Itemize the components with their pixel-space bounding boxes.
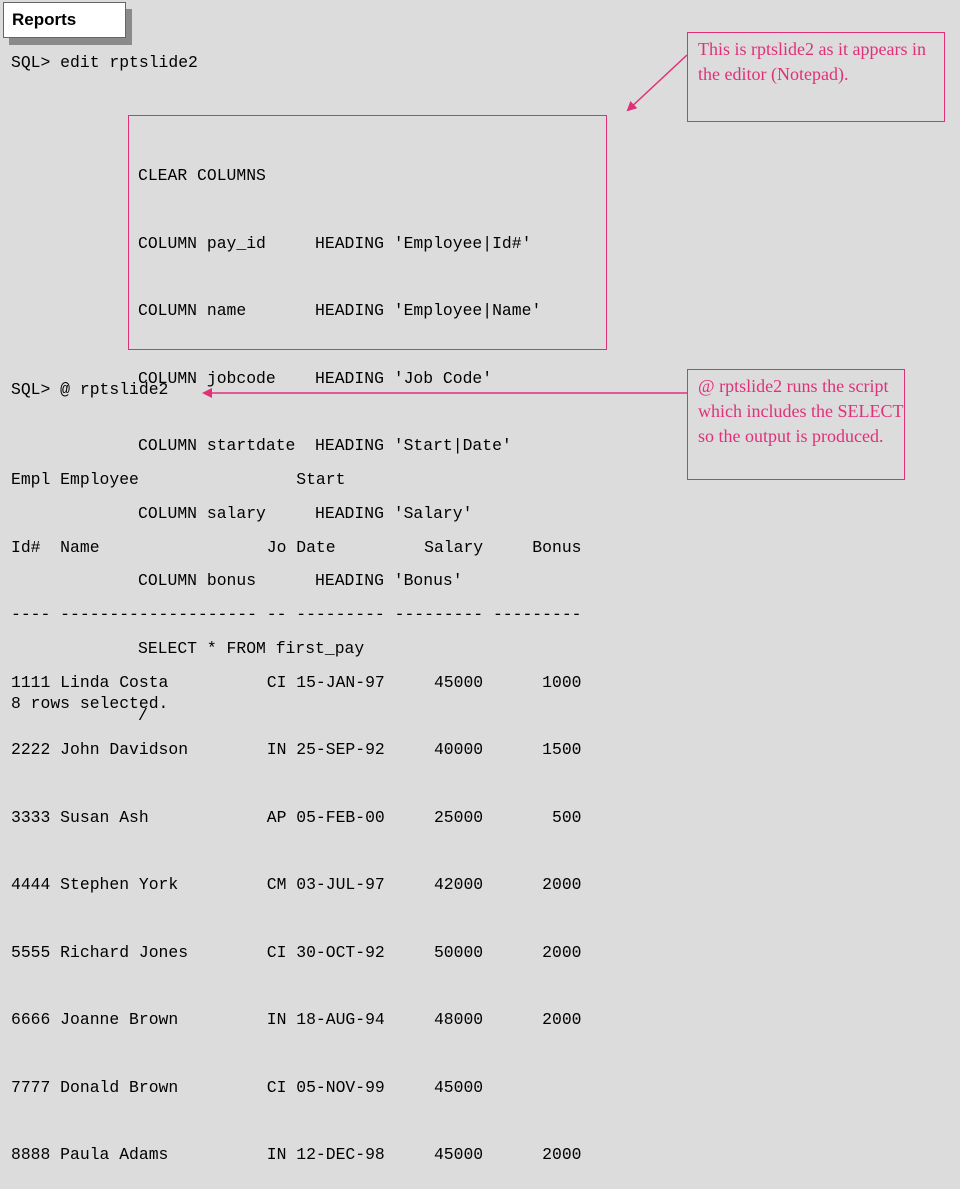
table-row: 8888 Paula Adams IN 12-DEC-98 45000 2000: [11, 1145, 582, 1164]
callout-arrows: [202, 54, 688, 398]
table-row: 4444 Stephen York CM 03-JUL-97 42000 200…: [11, 875, 582, 894]
table-row: 5555 Richard Jones CI 30-OCT-92 50000 20…: [11, 942, 582, 962]
table-row: 2222 John Davidson IN 25-SEP-92 40000 15…: [11, 740, 582, 759]
editor-arrow: [626, 54, 688, 112]
table-row: 3333 Susan Ash AP 05-FEB-00 25000 500: [11, 807, 582, 827]
table-row: 7777 Donald Brown CI 05-NOV-99 45000: [11, 1077, 484, 1097]
table-row: 6666 Joanne Brown IN 18-AUG-94 48000 200…: [11, 1010, 582, 1029]
